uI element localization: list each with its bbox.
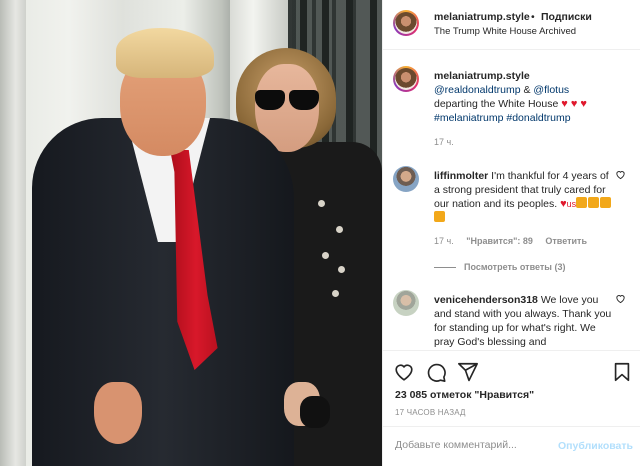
- caption-author-avatar[interactable]: [393, 66, 419, 92]
- comment-like-heart-icon[interactable]: [615, 169, 626, 183]
- hashtag-links[interactable]: #melaniatrump #donaldtrump: [434, 112, 571, 124]
- post-actions: 23 085 отметок "Нравится" 17 ЧАСОВ НАЗАД: [383, 350, 640, 436]
- post-timestamp[interactable]: 17 ЧАСОВ НАЗАД: [395, 408, 466, 417]
- post-photo[interactable]: [0, 0, 382, 466]
- bookmark-icon[interactable]: [611, 361, 633, 383]
- reply-button[interactable]: Ответить: [545, 236, 587, 246]
- praying-hands-icon: [576, 197, 588, 208]
- mention-link[interactable]: @flotus: [533, 84, 569, 96]
- praying-hands-icon: [434, 211, 445, 222]
- author-username[interactable]: melaniatrump.style: [434, 11, 530, 23]
- author-avatar[interactable]: [393, 10, 419, 36]
- view-replies-label: Посмотреть ответы (3): [464, 262, 566, 272]
- caption-timestamp[interactable]: 17 ч.: [434, 137, 454, 147]
- commenter-avatar[interactable]: [393, 166, 419, 192]
- caption-amp: &: [523, 84, 531, 96]
- commenter-avatar[interactable]: [393, 290, 419, 316]
- man-hair: [116, 28, 214, 78]
- comment-timestamp[interactable]: 17 ч.: [434, 236, 454, 246]
- separator-dot: •: [531, 11, 535, 23]
- white-house-column: [0, 0, 26, 466]
- man-hand: [94, 382, 142, 444]
- caption-text: melaniatrump.style @realdonaldtrump & @f…: [434, 69, 634, 125]
- post-header: melaniatrump.style • Подписки The Trump …: [383, 0, 640, 50]
- heart-emoji: ♥ ♥ ♥: [561, 98, 587, 110]
- likes-count[interactable]: 23 085 отметок "Нравится": [395, 389, 534, 401]
- commenter-username[interactable]: venicehenderson318: [434, 294, 538, 306]
- comment-composer: Опубликовать: [383, 426, 640, 466]
- mention-link[interactable]: @realdonaldtrump: [434, 84, 521, 96]
- caption-body: departing the White House: [434, 98, 559, 110]
- divider-line: [434, 267, 456, 269]
- comment-like-count[interactable]: "Нравится": 89: [466, 236, 533, 246]
- black-glove: [300, 396, 330, 428]
- post-location[interactable]: The Trump White House Archived: [434, 26, 576, 37]
- publish-button[interactable]: Опубликовать: [558, 440, 633, 452]
- comment-like-heart-icon[interactable]: [615, 293, 626, 307]
- comment-text: venicehenderson318 We love you and stand…: [434, 293, 614, 349]
- post-side-panel: melaniatrump.style • Подписки The Trump …: [382, 0, 640, 466]
- heart-icon[interactable]: [393, 361, 415, 383]
- praying-hands-icon: [600, 197, 612, 208]
- view-replies-button[interactable]: Посмотреть ответы (3): [434, 262, 565, 272]
- flag-emoji: us: [566, 199, 577, 209]
- commenter-username[interactable]: liffinmolter: [434, 170, 488, 182]
- following-button[interactable]: Подписки: [541, 11, 592, 23]
- praying-hands-icon: [588, 197, 600, 208]
- share-icon[interactable]: [457, 361, 479, 383]
- comment-meta: 17 ч. "Нравится": 89 Ответить: [434, 236, 587, 246]
- caption-username[interactable]: melaniatrump.style: [434, 70, 530, 82]
- comment-input[interactable]: [395, 439, 555, 451]
- sunglasses: [255, 90, 321, 112]
- comment-text: liffinmolter I'm thankful for 4 years of…: [434, 169, 614, 225]
- comment-icon[interactable]: [425, 361, 447, 383]
